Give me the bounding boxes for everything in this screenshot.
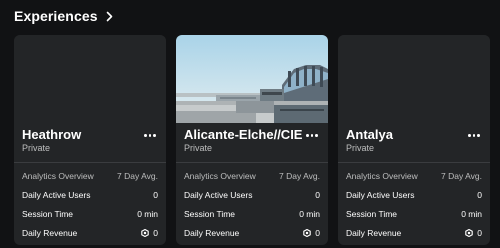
- period-label: 7 Day Avg.: [117, 170, 158, 181]
- stat-value: 0: [477, 189, 482, 200]
- stat-label: Daily Active Users: [184, 189, 253, 200]
- experience-thumbnail[interactable]: [338, 35, 490, 123]
- analytics-header-row: Analytics Overview 7 Day Avg.: [346, 166, 482, 185]
- privacy-status: Private: [346, 143, 375, 153]
- stat-value-wrap: 0: [465, 228, 482, 238]
- stat-label: Daily Revenue: [346, 227, 402, 238]
- stat-value: 0: [477, 227, 482, 238]
- experience-card-heathrow[interactable]: Heathrow Private Analytics Overview 7 Da…: [14, 35, 166, 245]
- stat-value: 0: [153, 189, 158, 200]
- stat-row-daily-revenue: Daily Revenue 0: [184, 223, 320, 242]
- robux-icon: [141, 228, 150, 237]
- experience-card-alicante-elche[interactable]: Alicante-Elche//CIEL Private Analytics O…: [176, 35, 328, 245]
- stat-row-session-time: Session Time 0 min: [346, 204, 482, 223]
- stats-list: Analytics Overview 7 Day Avg. Daily Acti…: [346, 166, 482, 242]
- stat-row-session-time: Session Time 0 min: [184, 204, 320, 223]
- analytics-header-row: Analytics Overview 7 Day Avg.: [22, 166, 158, 185]
- stat-label: Daily Revenue: [22, 227, 78, 238]
- privacy-status: Private: [22, 143, 51, 153]
- stats-list: Analytics Overview 7 Day Avg. Daily Acti…: [22, 166, 158, 242]
- stat-row-session-time: Session Time 0 min: [22, 204, 158, 223]
- stat-value: 0 min: [137, 208, 158, 219]
- analytics-overview-label: Analytics Overview: [22, 170, 94, 181]
- experience-thumbnail[interactable]: [14, 35, 166, 123]
- more-options-icon[interactable]: [468, 132, 481, 138]
- period-label: 7 Day Avg.: [279, 170, 320, 181]
- analytics-overview-label: Analytics Overview: [346, 170, 418, 181]
- section-title[interactable]: Experiences: [14, 8, 98, 24]
- robux-icon: [465, 228, 474, 237]
- stat-value-wrap: 0: [303, 228, 320, 238]
- stat-label: Daily Active Users: [346, 189, 415, 200]
- divider: [14, 162, 166, 163]
- stat-value: 0 min: [299, 208, 320, 219]
- stats-list: Analytics Overview 7 Day Avg. Daily Acti…: [184, 166, 320, 242]
- divider: [176, 162, 328, 163]
- experiences-header: Experiences: [14, 7, 116, 25]
- more-options-icon[interactable]: [144, 132, 157, 138]
- analytics-overview-label: Analytics Overview: [184, 170, 256, 181]
- robux-icon: [303, 228, 312, 237]
- stat-row-daily-active-users: Daily Active Users 0: [346, 185, 482, 204]
- divider: [338, 162, 490, 163]
- chevron-right-icon[interactable]: [106, 10, 116, 22]
- stat-value-wrap: 0: [141, 228, 158, 238]
- stat-label: Session Time: [184, 208, 236, 219]
- stat-row-daily-revenue: Daily Revenue 0: [346, 223, 482, 242]
- stat-label: Session Time: [22, 208, 74, 219]
- stat-row-daily-active-users: Daily Active Users 0: [184, 185, 320, 204]
- stat-label: Session Time: [346, 208, 398, 219]
- stat-label: Daily Revenue: [184, 227, 240, 238]
- stat-row-daily-active-users: Daily Active Users 0: [22, 185, 158, 204]
- stat-label: Daily Active Users: [22, 189, 91, 200]
- stat-value: 0: [153, 227, 158, 238]
- stat-value: 0 min: [461, 208, 482, 219]
- experience-card-antalya[interactable]: Antalya Private Analytics Overview 7 Day…: [338, 35, 490, 245]
- stat-value: 0: [315, 227, 320, 238]
- analytics-header-row: Analytics Overview 7 Day Avg.: [184, 166, 320, 185]
- stat-row-daily-revenue: Daily Revenue 0: [22, 223, 158, 242]
- experience-thumbnail[interactable]: [176, 35, 328, 123]
- period-label: 7 Day Avg.: [441, 170, 482, 181]
- privacy-status: Private: [184, 143, 213, 153]
- more-options-icon[interactable]: [306, 132, 319, 138]
- stat-value: 0: [315, 189, 320, 200]
